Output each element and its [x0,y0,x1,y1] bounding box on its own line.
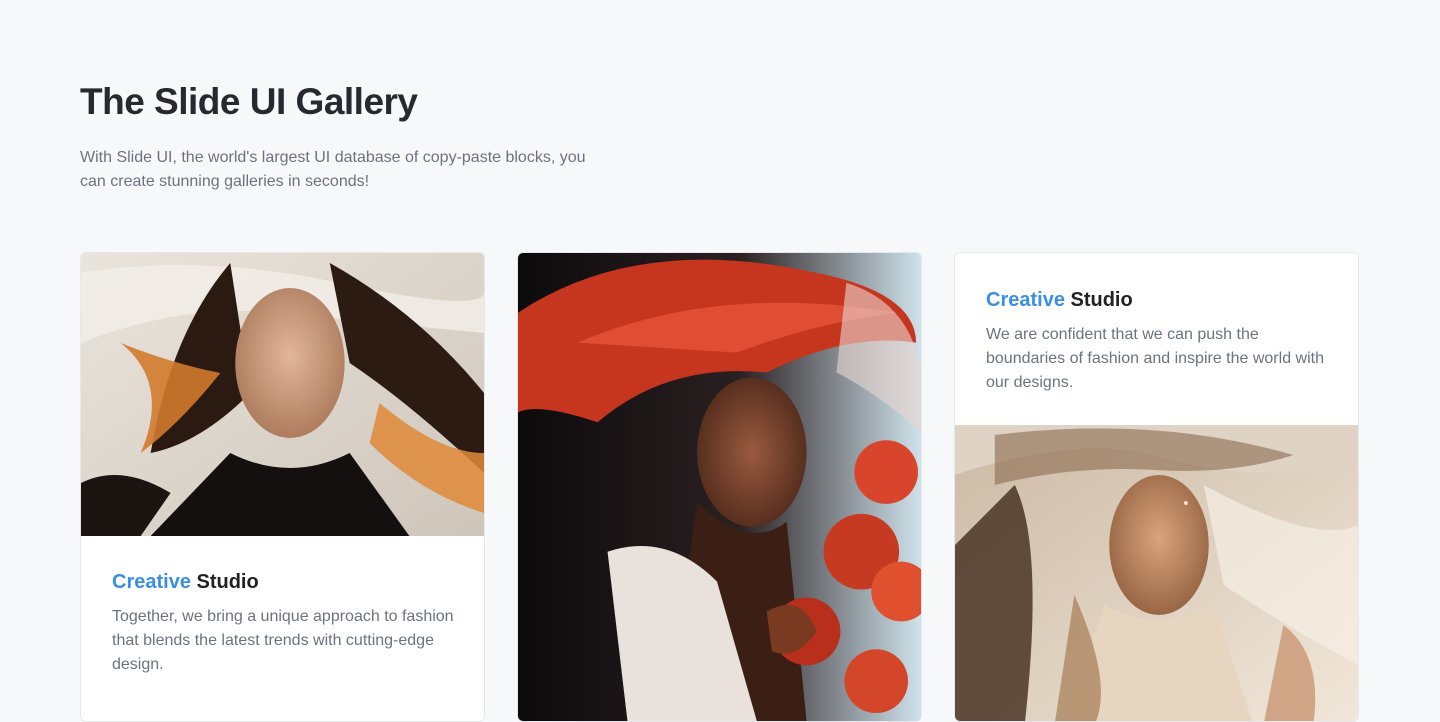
card-3-text: Creative Studio We are confident that we… [986,287,1330,395]
portrait-flowing-hair-photo [81,253,484,536]
card-3-image [955,425,1358,721]
gallery-card-2[interactable] [517,252,922,722]
card-title-rest: Studio [1070,289,1133,311]
card-1-title: Creative Studio [112,569,456,595]
card-1-text: Creative Studio Together, we bring a uni… [112,569,456,677]
portrait-red-hat-roses-photo [518,253,921,721]
page-title: The Slide UI Gallery [80,81,418,122]
card-title-accent: Creative [986,289,1065,311]
card-1-description: Together, we bring a unique approach to … [112,608,454,673]
portrait-sheer-veil-photo [955,425,1358,721]
gallery-card-1[interactable]: Creative Studio Together, we bring a uni… [80,252,485,722]
card-3-title: Creative Studio [986,287,1330,313]
gallery-card-3[interactable]: Creative Studio We are confident that we… [954,252,1359,722]
card-3-description: We are confident that we can push the bo… [986,326,1324,391]
card-title-rest: Studio [196,571,259,593]
page-subtitle: With Slide UI, the world's largest UI da… [80,149,586,190]
card-2-image [518,253,921,721]
card-title-accent: Creative [112,571,191,593]
card-1-image [81,253,484,536]
gallery-header: The Slide UI Gallery With Slide UI, the … [80,80,640,194]
